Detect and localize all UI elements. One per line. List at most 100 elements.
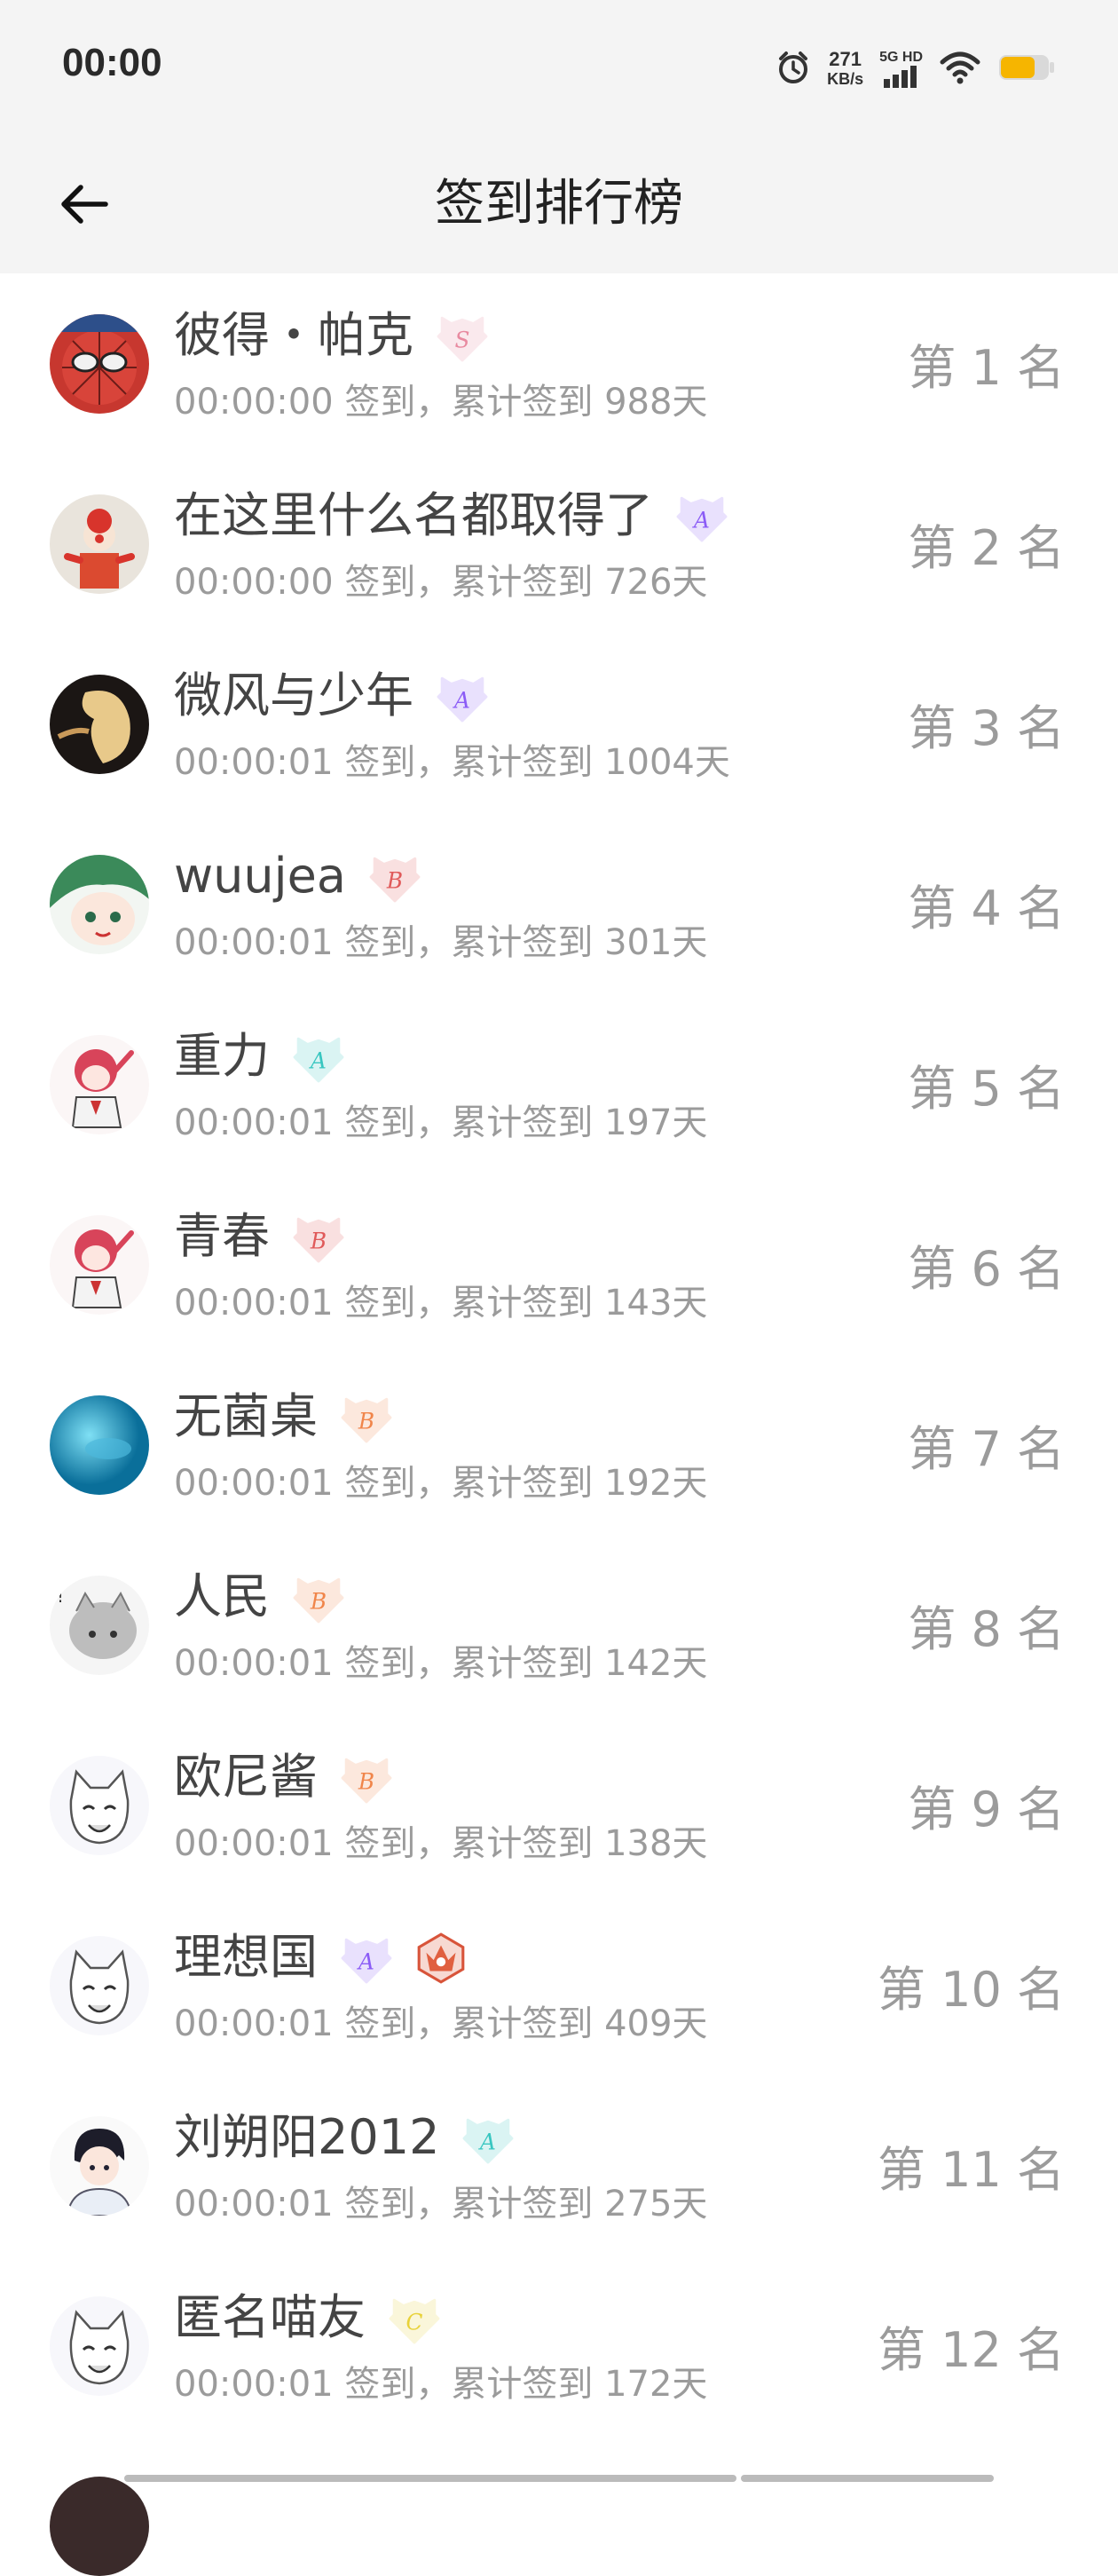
battery-icon <box>997 52 1056 86</box>
avatar[interactable] <box>50 2296 149 2396</box>
user-name: 微风与少年 <box>174 668 413 723</box>
list-item[interactable]: 匿名喵友 C 00:00:01 签到，累计签到 172天 第 12 名 <box>0 2256 1118 2436</box>
checkin-info: 00:00:01 签到，累计签到 192天 <box>174 1463 708 1504</box>
list-item[interactable]: 刘朔阳2012 A 00:00:01 签到，累计签到 275天 第 11 名 <box>0 2075 1118 2256</box>
rank-label: 第 4 名 <box>908 881 1065 936</box>
list-item[interactable]: 微风与少年 A 00:00:01 签到，累计签到 1004天 第 3 名 <box>0 634 1118 814</box>
checkin-info: 00:00:01 签到，累计签到 1004天 <box>174 742 730 783</box>
rank-label: 第 12 名 <box>877 2322 1065 2378</box>
checkin-info: 00:00:01 签到，累计签到 172天 <box>174 2364 708 2405</box>
level-badge-icon: A <box>674 489 728 542</box>
user-name: 匿名喵友 <box>174 2289 366 2345</box>
level-badge-icon: S <box>435 309 488 362</box>
avatar[interactable] <box>50 855 149 954</box>
list-item[interactable]: 无菌桌 B 00:00:01 签到，累计签到 192天 第 7 名 <box>0 1355 1118 1535</box>
wifi-icon <box>939 50 981 89</box>
user-name: 重力 <box>174 1028 270 1084</box>
rank-label: 第 1 名 <box>908 340 1065 396</box>
cellular-indicator: 5G HD <box>879 51 923 88</box>
network-type: 5G HD <box>879 50 923 65</box>
avatar[interactable]: ! <box>50 1576 149 1675</box>
user-name: 欧尼酱 <box>174 1749 318 1805</box>
rank-label: 第 9 名 <box>908 1782 1065 1837</box>
checkin-info: 00:00:00 签到，累计签到 988天 <box>174 382 708 423</box>
name-line: 人民 B <box>174 1567 344 1627</box>
checkin-info: 00:00:01 签到，累计签到 138天 <box>174 1823 708 1864</box>
user-name: wuujea <box>174 848 346 904</box>
level-badge-icon: B <box>291 1210 344 1263</box>
level-badge-icon: A <box>461 2111 514 2164</box>
svg-text:C: C <box>406 2309 423 2335</box>
avatar[interactable] <box>50 1035 149 1134</box>
avatar[interactable] <box>50 1395 149 1495</box>
rank-label: 第 11 名 <box>877 2142 1065 2198</box>
user-name: 理想国 <box>174 1929 318 1985</box>
checkin-info: 00:00:01 签到，累计签到 409天 <box>174 2003 708 2044</box>
list-item[interactable]: ! 人民 B 00:00:01 签到，累计签到 142天 第 8 名 <box>0 1535 1118 1715</box>
name-line: 理想国 A <box>174 1927 467 1987</box>
scroll-indicator <box>124 2475 736 2482</box>
svg-text:A: A <box>357 1948 374 1974</box>
rank-label: 第 10 名 <box>877 1962 1065 2018</box>
checkin-info: 00:00:01 签到，累计签到 143天 <box>174 1283 708 1324</box>
svg-text:B: B <box>386 867 403 893</box>
name-line: 匿名喵友 C <box>174 2288 440 2348</box>
crown-badge-icon <box>413 1931 467 1984</box>
rank-label: 第 7 名 <box>908 1421 1065 1477</box>
rank-label: 第 5 名 <box>908 1061 1065 1117</box>
list-item[interactable]: 在这里什么名都取得了 A 00:00:00 签到，累计签到 726天 第 2 名 <box>0 454 1118 634</box>
user-name: 青春 <box>174 1208 270 1264</box>
scroll-indicator-segment <box>741 2475 994 2482</box>
name-line: 在这里什么名都取得了 A <box>174 486 728 546</box>
partial-list-item <box>0 2432 1118 2576</box>
svg-text:A: A <box>478 2129 496 2154</box>
list-item[interactable]: 重力 A 00:00:01 签到，累计签到 197天 第 5 名 <box>0 994 1118 1174</box>
level-badge-icon: A <box>339 1931 392 1984</box>
svg-text:B: B <box>358 1768 374 1794</box>
level-badge-icon: C <box>387 2291 440 2344</box>
svg-text:B: B <box>358 1408 374 1434</box>
name-line: 重力 A <box>174 1026 344 1087</box>
rank-label: 第 6 名 <box>908 1241 1065 1297</box>
checkin-info: 00:00:01 签到，累计签到 275天 <box>174 2184 708 2224</box>
name-line: 刘朔阳2012 A <box>174 2107 514 2168</box>
name-line: 无菌桌 B <box>174 1387 392 1447</box>
avatar[interactable] <box>50 1936 149 2035</box>
user-name: 刘朔阳2012 <box>174 2109 440 2165</box>
user-name: 人民 <box>174 1569 270 1624</box>
list-item[interactable]: wuujea B 00:00:01 签到，累计签到 301天 第 4 名 <box>0 814 1118 994</box>
svg-text:A: A <box>453 687 470 713</box>
level-badge-icon: B <box>339 1750 392 1804</box>
avatar[interactable] <box>50 675 149 774</box>
level-badge-icon: A <box>291 1030 344 1083</box>
level-badge-icon: B <box>339 1390 392 1443</box>
status-icons: 271 KB/s 5G HD <box>776 44 1056 94</box>
checkin-info: 00:00:01 签到，累计签到 142天 <box>174 1643 708 1684</box>
list-item[interactable]: 青春 B 00:00:01 签到，累计签到 143天 第 6 名 <box>0 1174 1118 1355</box>
level-badge-icon: B <box>291 1570 344 1624</box>
status-bar: 00:00 271 KB/s 5G HD <box>0 0 1118 133</box>
avatar[interactable] <box>50 1756 149 1855</box>
svg-text:B: B <box>310 1588 327 1614</box>
speed-unit: KB/s <box>827 70 864 88</box>
speed-value: 271 <box>829 48 862 70</box>
list-item[interactable]: 欧尼酱 B 00:00:01 签到，累计签到 138天 第 9 名 <box>0 1715 1118 1895</box>
status-time: 00:00 <box>62 41 162 84</box>
rank-label: 第 3 名 <box>908 700 1065 756</box>
list-item[interactable]: 理想国 A 00:00:01 签到，累计签到 409天 第 10 名 <box>0 1895 1118 2075</box>
rank-label: 第 2 名 <box>908 520 1065 576</box>
user-name: 无菌桌 <box>174 1388 318 1444</box>
level-badge-icon: A <box>435 669 488 723</box>
name-line: 欧尼酱 B <box>174 1747 392 1807</box>
avatar[interactable] <box>50 314 149 414</box>
rank-label: 第 8 名 <box>908 1601 1065 1657</box>
svg-text:A: A <box>692 507 710 533</box>
name-line: 微风与少年 A <box>174 666 488 726</box>
svg-text:S: S <box>455 327 470 352</box>
checkin-info: 00:00:01 签到，累计签到 197天 <box>174 1102 708 1143</box>
avatar[interactable] <box>50 2116 149 2216</box>
user-name: 彼得・帕克 <box>174 307 413 363</box>
avatar[interactable] <box>50 494 149 594</box>
avatar[interactable] <box>50 1215 149 1315</box>
list-item[interactable]: 彼得・帕克 S 00:00:00 签到，累计签到 988天 第 1 名 <box>0 273 1118 454</box>
